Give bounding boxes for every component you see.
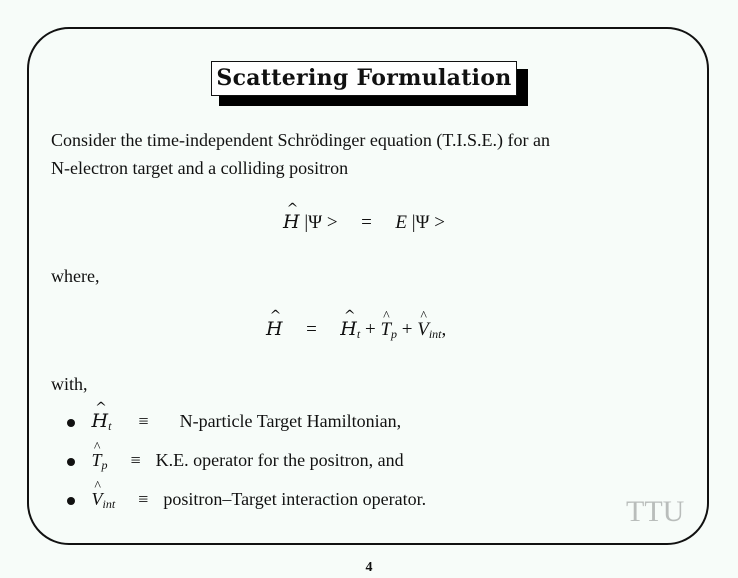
energy-symbol: E: [395, 212, 407, 233]
bullet-subscript: t: [108, 419, 112, 433]
intro-line-1: Consider the time-independent Schrödinge…: [51, 130, 551, 150]
interaction-operator-symbol: V: [417, 319, 429, 341]
bullet-item: Tp ≡ K.E. operator for the positron, and: [67, 450, 404, 473]
bullet-icon: [67, 496, 75, 505]
plus-sign: +: [364, 319, 376, 340]
bullet-item: Vint ≡ positron–Target interaction opera…: [67, 489, 426, 512]
bullet-text: positron–Target interaction operator.: [163, 489, 427, 509]
intro-paragraph: Consider the time-independent Schrödinge…: [51, 126, 550, 182]
equation-hamiltonian: H = Ht + Tp + Vint,: [266, 318, 446, 342]
equals-sign: =: [306, 319, 317, 340]
where-label: where,: [51, 266, 100, 286]
equiv-sign: ≡: [130, 450, 141, 470]
slide-title: Scattering Formulation: [211, 61, 517, 96]
bullet-symbol: T: [92, 450, 102, 471]
subscript-t: t: [356, 327, 361, 341]
plus-sign: +: [401, 319, 413, 340]
bullet-text: K.E. operator for the positron, and: [155, 450, 404, 470]
bullet-icon: [67, 418, 75, 427]
page-number: 4: [365, 560, 373, 575]
bullet-subscript: p: [101, 458, 108, 472]
target-hamiltonian-symbol: H: [340, 318, 357, 340]
bullet-symbol: H: [92, 410, 109, 432]
bullet-icon: [67, 457, 75, 466]
title-container: Scattering Formulation: [211, 61, 528, 106]
bullet-text: N-particle Target Hamiltonian,: [179, 411, 402, 431]
equation-tise: H |Ψ > = E |Ψ >: [283, 211, 445, 234]
hamiltonian-symbol: H: [266, 318, 283, 340]
bullet-symbol: V: [92, 489, 103, 510]
bullet-subscript: int: [102, 497, 116, 511]
kinetic-operator-symbol: T: [380, 319, 391, 341]
subscript-int: int: [428, 327, 442, 341]
hamiltonian-symbol: H: [283, 211, 300, 233]
with-label: with,: [51, 374, 88, 394]
ket-psi: |Ψ >: [304, 212, 338, 233]
equiv-sign: ≡: [138, 411, 149, 431]
ket-psi-rhs: |Ψ >: [411, 212, 445, 233]
comma: ,: [441, 319, 447, 340]
ttu-watermark: TTU: [626, 495, 685, 528]
equals-sign: =: [361, 212, 372, 233]
subscript-p: p: [391, 327, 398, 341]
bullet-item: Ht ≡ N-particle Target Hamiltonian,: [67, 410, 401, 434]
equiv-sign: ≡: [138, 489, 149, 509]
intro-line-2: N-electron target and a colliding positr…: [51, 158, 349, 178]
